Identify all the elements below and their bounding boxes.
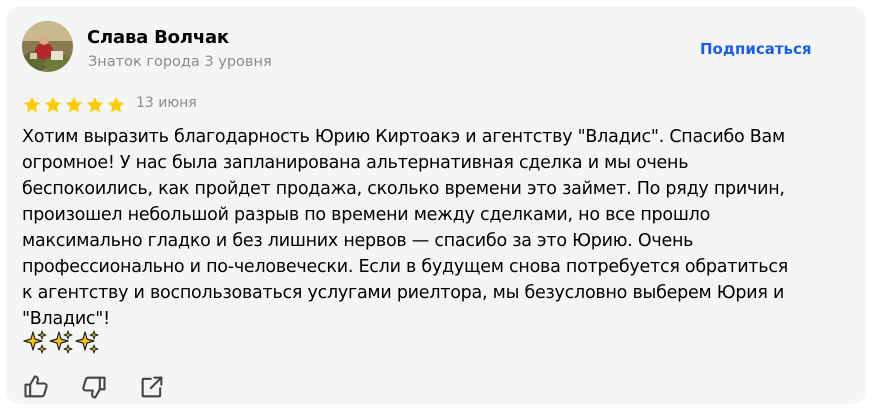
sparkles-icon <box>23 330 47 354</box>
like-icon <box>22 373 50 401</box>
sparkles-icon <box>49 330 73 354</box>
share-button[interactable] <box>138 373 166 401</box>
review-card: Слава Волчак Знаток города 3 уровня Подп… <box>6 6 866 404</box>
emoji-row <box>23 330 99 354</box>
star-icon <box>44 96 62 113</box>
star-icon <box>23 96 41 113</box>
star-icon <box>65 96 83 113</box>
review-date: 13 июня <box>136 95 197 111</box>
review-text: Хотим выразить благодарность Юрию Киртоа… <box>22 127 788 329</box>
dislike-icon <box>80 373 108 401</box>
author-level: Знаток города 3 уровня <box>88 54 272 70</box>
rating-stars <box>22 95 126 115</box>
author-name[interactable]: Слава Волчак <box>87 27 229 48</box>
review-actions <box>22 373 196 401</box>
like-button[interactable] <box>22 373 50 401</box>
dislike-button[interactable] <box>80 373 108 401</box>
sparkles-icon <box>75 330 99 354</box>
share-icon <box>138 373 166 401</box>
avatar[interactable] <box>22 21 73 72</box>
subscribe-button[interactable]: Подписаться <box>700 40 812 58</box>
star-icon <box>86 96 104 113</box>
star-icon <box>107 96 125 113</box>
